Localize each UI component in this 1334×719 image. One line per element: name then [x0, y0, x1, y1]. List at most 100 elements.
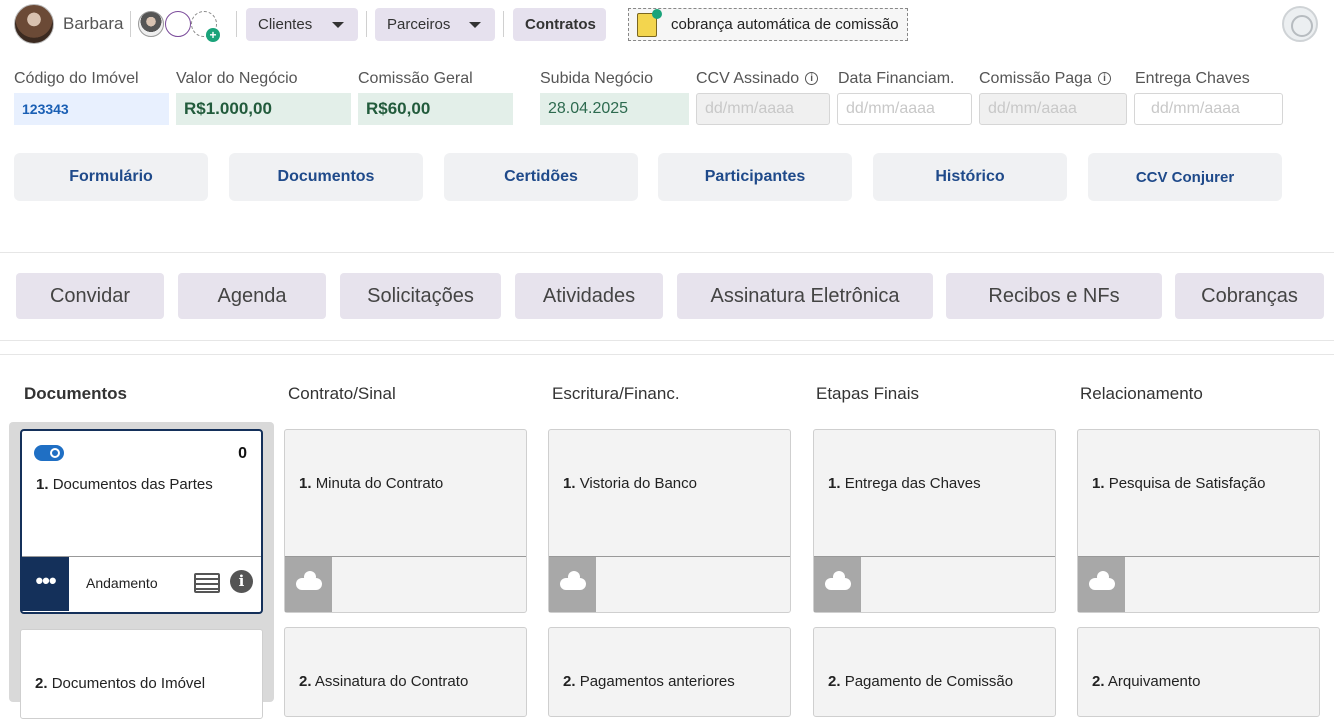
task-number: 1.	[1092, 475, 1105, 492]
cloud-upload-button[interactable]	[814, 557, 861, 612]
comissao-paga-date-field[interactable]: dd/mm/aaaa	[979, 93, 1127, 125]
task-title: 1. Minuta do Contrato	[299, 475, 443, 492]
column-title-contrato-sinal: Contrato/Sinal	[288, 384, 396, 403]
task-card-arquivamento[interactable]: 2. Arquivamento	[1077, 627, 1320, 717]
column-title-relacionamento: Relacionamento	[1080, 384, 1203, 403]
task-footer	[285, 556, 526, 612]
field-label-entrega-chaves: Entrega Chaves	[1135, 70, 1250, 87]
task-number: 1.	[828, 475, 841, 492]
cobrancas-button[interactable]: Cobranças	[1175, 273, 1324, 319]
cloud-upload-button[interactable]	[1078, 557, 1125, 612]
task-card-minuta-do-contrato[interactable]: 1. Minuta do Contrato	[284, 429, 527, 613]
field-label-comissao-geral: Comissão Geral	[358, 70, 473, 87]
task-number: 1.	[299, 475, 312, 492]
solicitacoes-button[interactable]: Solicitações	[340, 273, 501, 319]
task-title: 2. Pagamento de Comissão	[828, 673, 1013, 690]
task-title: 1. Pesquisa de Satisfação	[1092, 475, 1265, 492]
tab-documentos[interactable]: Documentos	[229, 153, 423, 201]
add-participant-icon[interactable]: +	[206, 28, 220, 42]
task-footer	[549, 556, 790, 612]
auto-commission-billing-label: cobrança automática de comissão	[671, 16, 899, 33]
cloud-icon	[560, 571, 586, 590]
cloud-icon	[825, 571, 851, 590]
task-title-text: Assinatura do Contrato	[314, 673, 469, 690]
field-label-subida-negocio: Subida Negócio	[540, 70, 653, 87]
agenda-button[interactable]: Agenda	[178, 273, 326, 319]
task-card-vistoria-do-banco[interactable]: 1. Vistoria do Banco	[548, 429, 791, 613]
tab-certidoes[interactable]: Certidões	[444, 153, 638, 201]
tab-ccv-conjurer[interactable]: CCV Conjurer	[1088, 153, 1282, 201]
divider	[236, 11, 237, 37]
data-financiamento-date-field[interactable]: dd/mm/aaaa	[837, 93, 972, 125]
valor-negocio-value[interactable]: R$1.000,00	[176, 93, 351, 125]
column-title-etapas-finais: Etapas Finais	[816, 384, 919, 403]
user-icon[interactable]	[165, 11, 191, 37]
task-footer: ••• Andamento i	[22, 556, 261, 612]
task-card-documentos-das-partes[interactable]: 0 1. Documentos das Partes ••• Andamento…	[20, 429, 263, 614]
clientes-menu-button[interactable]: Clientes	[246, 8, 358, 41]
divider	[0, 252, 1334, 253]
task-toggle-switch[interactable]	[34, 445, 64, 461]
task-footer	[1078, 556, 1319, 612]
more-options-button[interactable]: •••	[22, 557, 69, 611]
task-title: 1. Entrega das Chaves	[828, 475, 981, 492]
task-number: 2.	[1092, 673, 1105, 690]
divider	[0, 340, 1334, 341]
task-number: 2.	[299, 673, 312, 690]
task-card-entrega-das-chaves[interactable]: 1. Entrega das Chaves	[813, 429, 1056, 613]
cloud-upload-button[interactable]	[285, 557, 332, 612]
company-logo-icon[interactable]	[1282, 6, 1318, 42]
convidar-button[interactable]: Convidar	[16, 273, 164, 319]
task-number: 1.	[563, 475, 576, 492]
field-label-valor-negocio: Valor do Negócio	[176, 70, 298, 87]
info-icon[interactable]: i	[230, 570, 253, 593]
task-title-text: Vistoria do Banco	[579, 475, 697, 492]
comissao-geral-value[interactable]: R$60,00	[358, 93, 513, 125]
comissao-paga-label-text: Comissão Paga	[979, 70, 1092, 87]
tab-participantes[interactable]: Participantes	[658, 153, 852, 201]
subida-negocio-value[interactable]: 28.04.2025	[540, 93, 689, 125]
list-icon[interactable]	[194, 573, 220, 593]
parceiros-menu-label: Parceiros	[387, 16, 451, 33]
task-title-text: Pagamentos anteriores	[579, 673, 735, 690]
task-card-pagamento-de-comissao[interactable]: 2. Pagamento de Comissão	[813, 627, 1056, 717]
task-title-text: Minuta do Contrato	[315, 475, 444, 492]
divider	[0, 354, 1334, 355]
task-card-assinatura-do-contrato[interactable]: 2. Assinatura do Contrato	[284, 627, 527, 717]
entrega-chaves-date-field[interactable]: dd/mm/aaaa	[1134, 93, 1283, 125]
cloud-icon	[1089, 571, 1115, 590]
task-number: 1.	[36, 476, 49, 493]
auto-commission-billing-banner[interactable]: cobrança automática de comissão	[628, 8, 908, 41]
participant-avatar[interactable]	[138, 11, 164, 37]
task-card-pagamentos-anteriores[interactable]: 2. Pagamentos anteriores	[548, 627, 791, 717]
divider	[130, 11, 131, 37]
codigo-imovel-value[interactable]: 123343	[14, 93, 169, 125]
atividades-button[interactable]: Atividades	[515, 273, 663, 319]
receipt-icon	[637, 9, 662, 37]
tab-formulario[interactable]: Formulário	[14, 153, 208, 201]
task-title-text: Pagamento de Comissão	[844, 673, 1014, 690]
info-icon[interactable]: i	[805, 72, 819, 85]
field-label-ccv-assinado: CCV Assinado i	[696, 70, 819, 88]
field-label-data-financiamento: Data Financiam.	[838, 70, 955, 87]
task-count: 0	[238, 445, 247, 462]
ccv-assinado-date-field[interactable]: dd/mm/aaaa	[696, 93, 830, 125]
assinatura-eletronica-button[interactable]: Assinatura Eletrônica	[677, 273, 933, 319]
cloud-upload-button[interactable]	[549, 557, 596, 612]
task-number: 2.	[828, 673, 841, 690]
column-title-escritura-financ: Escritura/Financ.	[552, 384, 680, 403]
task-title-text: Documentos do Imóvel	[51, 675, 206, 692]
parceiros-menu-button[interactable]: Parceiros	[375, 8, 495, 41]
cloud-icon	[296, 571, 322, 590]
info-icon[interactable]: i	[1097, 72, 1111, 85]
task-card-documentos-do-imovel[interactable]: 2. Documentos do Imóvel	[20, 629, 263, 719]
contratos-menu-button[interactable]: Contratos	[513, 8, 606, 41]
task-number: 2.	[563, 673, 576, 690]
task-card-pesquisa-de-satisfacao[interactable]: 1. Pesquisa de Satisfação	[1077, 429, 1320, 613]
recibos-nfs-button[interactable]: Recibos e NFs	[946, 273, 1162, 319]
tab-historico[interactable]: Histórico	[873, 153, 1067, 201]
task-title: 2. Arquivamento	[1092, 673, 1200, 690]
column-title-documentos: Documentos	[24, 384, 127, 403]
clientes-menu-label: Clientes	[258, 16, 313, 33]
user-avatar[interactable]	[14, 4, 54, 44]
